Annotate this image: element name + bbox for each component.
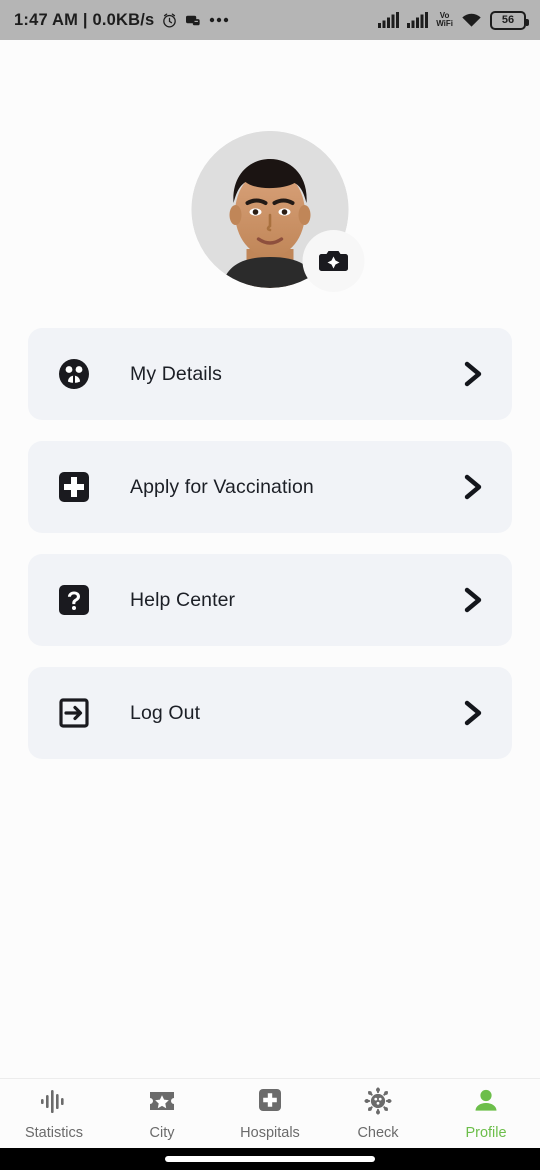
tab-check[interactable]: Check [324,1086,432,1141]
gesture-handle[interactable] [165,1156,375,1162]
profile-avatar-area[interactable] [191,131,365,292]
menu-item-label: Log Out [130,701,201,724]
people-circle-icon [54,357,94,391]
signal-bars-icon [407,12,429,28]
signal-bars-icon [378,12,400,28]
status-bar: 1:47 AM | 0.0KB/s Vo WiFi 56 [0,0,540,40]
bottom-navigation: Statistics City Hospitals Check Profile [0,1078,540,1148]
tab-label: City [149,1124,175,1141]
chevron-right-icon [460,699,486,727]
phone-screen: 1:47 AM | 0.0KB/s Vo WiFi 56 My Details … [0,0,540,1170]
menu-item-label: Help Center [130,588,236,611]
status-bar-left: 1:47 AM | 0.0KB/s [14,11,229,30]
wifi-icon [461,12,482,28]
star-ticket-icon [147,1087,177,1120]
tab-statistics[interactable]: Statistics [0,1087,108,1141]
hospital-cross-icon [255,1087,285,1120]
more-dots-icon [209,17,229,23]
question-mark-icon [54,584,94,616]
status-time-network: 1:47 AM | 0.0KB/s [14,10,155,29]
menu-item-help-center[interactable]: Help Center [28,554,512,646]
medical-cross-icon [54,471,94,503]
chevron-right-icon [460,360,486,388]
menu-item-label: Apply for Vaccination [130,475,314,498]
menu-item-my-details[interactable]: My Details [28,328,512,420]
vowifi-bottom-text: WiFi [436,19,453,28]
tab-hospitals[interactable]: Hospitals [216,1087,324,1141]
tab-label: Profile [465,1124,507,1141]
gesture-navigation-bar [0,1148,540,1170]
battery-indicator: 56 [490,10,529,30]
menu-item-label: My Details [130,362,223,385]
battery-level-text: 56 [501,13,515,26]
chevron-right-icon [460,586,486,614]
tab-label: Check [357,1124,399,1141]
tab-label: Hospitals [240,1124,300,1141]
tab-label: Statistics [24,1124,83,1141]
menu-item-apply-for-vaccination[interactable]: Apply for Vaccination [28,441,512,533]
waveform-icon [39,1087,69,1120]
message-icon [185,13,202,28]
virus-icon [363,1086,393,1120]
vowifi-indicator: Vo WiFi [436,12,453,28]
person-icon [471,1087,501,1120]
tab-profile[interactable]: Profile [432,1087,540,1141]
tab-city[interactable]: City [108,1087,216,1141]
camera-icon [319,251,348,271]
change-photo-button[interactable] [302,230,365,292]
logout-arrow-icon [54,697,94,729]
chevron-right-icon [460,473,486,501]
menu-item-log-out[interactable]: Log Out [28,667,512,759]
profile-menu-list: My Details Apply for Vaccination Help Ce… [28,328,512,780]
status-bar-right: Vo WiFi 56 [378,10,529,30]
alarm-clock-icon [161,12,178,29]
